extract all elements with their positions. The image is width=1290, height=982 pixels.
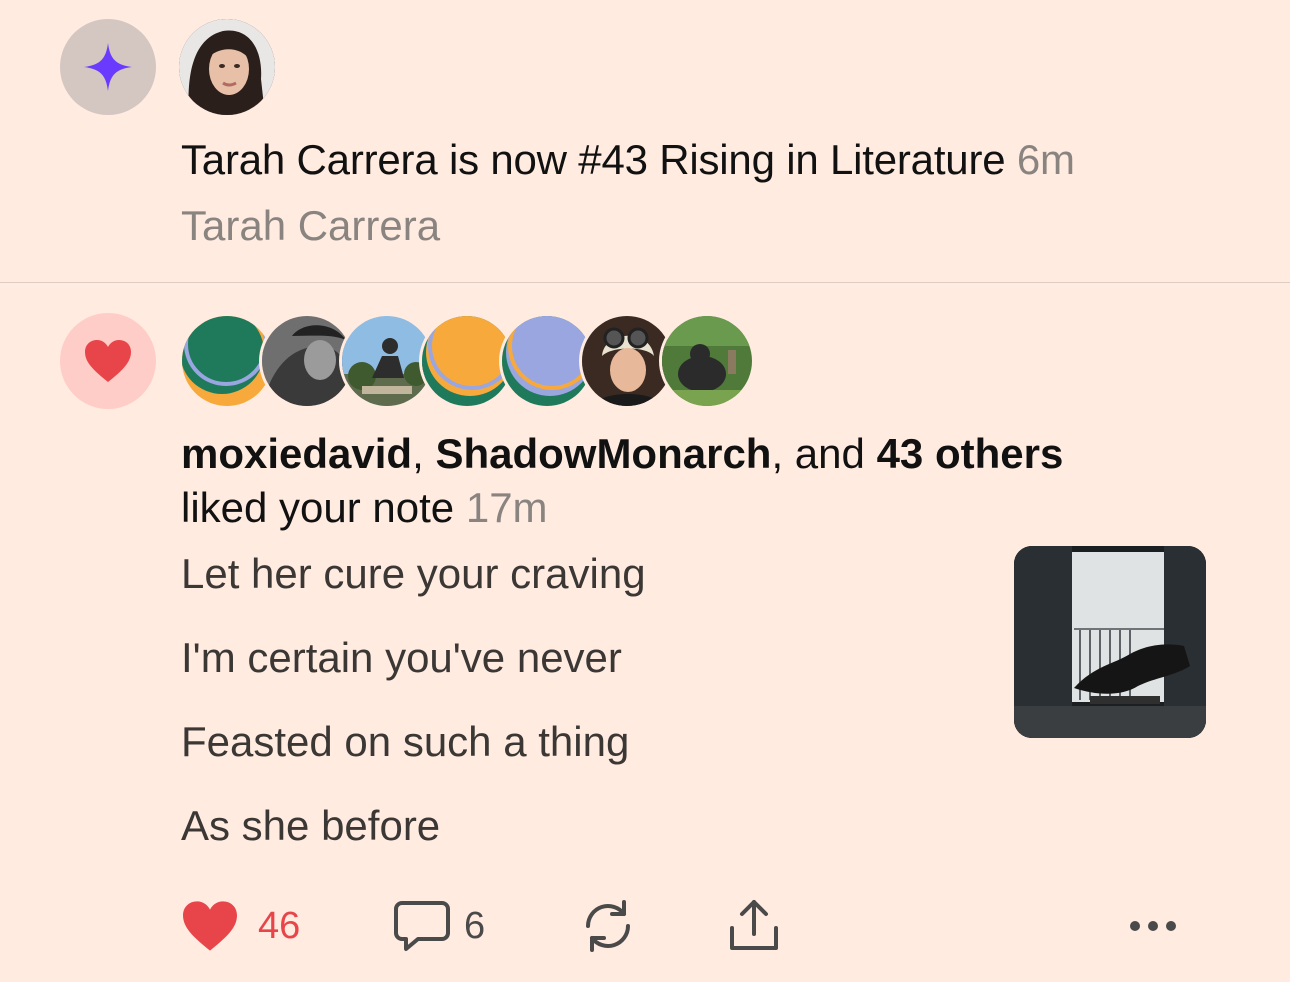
- like-action-line: liked your note 17m: [181, 484, 548, 532]
- rising-badge: [60, 19, 156, 115]
- author-avatar[interactable]: [179, 19, 275, 115]
- comment-button[interactable]: 6: [392, 894, 485, 958]
- separator: , and: [771, 430, 877, 477]
- heart-icon: [183, 901, 237, 951]
- more-options-button[interactable]: [1128, 894, 1178, 958]
- liker-name[interactable]: moxiedavid: [181, 430, 412, 477]
- restack-button[interactable]: [578, 894, 638, 958]
- share-icon: [730, 900, 778, 950]
- like-badge: [60, 313, 156, 409]
- more-icon: [1130, 921, 1176, 931]
- rising-author-name[interactable]: Tarah Carrera: [181, 202, 440, 250]
- sparkle-icon: [84, 43, 132, 91]
- separator: ,: [412, 430, 436, 477]
- comment-icon: [394, 901, 450, 951]
- rising-headline[interactable]: Tarah Carrera is now #43 Rising in Liter…: [181, 136, 1075, 184]
- note-thumbnail[interactable]: [1014, 546, 1206, 738]
- like-time: 17m: [465, 484, 548, 531]
- liker-avatar-stack[interactable]: [179, 313, 769, 409]
- like-count: 46: [258, 904, 301, 947]
- rising-time: 6m: [1016, 136, 1075, 183]
- restack-icon: [586, 900, 630, 952]
- comment-count: 6: [464, 904, 486, 947]
- like-action-text: liked your note: [181, 484, 455, 531]
- heart-icon: [85, 340, 131, 382]
- like-button[interactable]: 46: [180, 894, 300, 958]
- note-actions: 46 6: [180, 894, 1190, 958]
- likers-summary[interactable]: moxiedavid, ShadowMonarch, and 43 others: [181, 430, 1063, 478]
- liker-name[interactable]: ShadowMonarch: [435, 430, 771, 477]
- note-line[interactable]: Let her cure your craving: [181, 550, 646, 598]
- divider: [0, 282, 1290, 283]
- others-count[interactable]: 43 others: [877, 430, 1064, 477]
- rising-headline-text: Tarah Carrera is now #43 Rising in Liter…: [181, 136, 1006, 183]
- note-line[interactable]: I'm certain you've never: [181, 634, 622, 682]
- liker-avatar[interactable]: [659, 313, 755, 409]
- note-line[interactable]: Feasted on such a thing: [181, 718, 629, 766]
- note-line[interactable]: As she before: [181, 802, 440, 850]
- share-button[interactable]: [724, 894, 784, 958]
